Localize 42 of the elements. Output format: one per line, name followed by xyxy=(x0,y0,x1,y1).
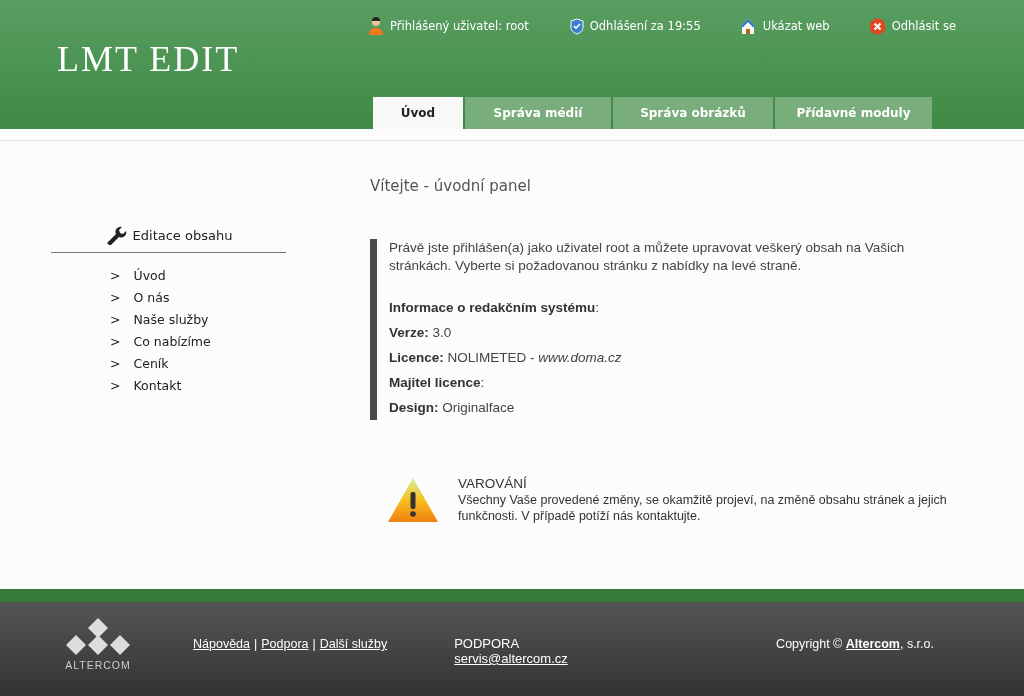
info-line: Licence: NOLIMETED - www.doma.cz xyxy=(389,349,623,367)
footer-link[interactable]: Podpora xyxy=(261,637,309,651)
nav-tab[interactable]: Úvod xyxy=(373,97,463,129)
footer-link[interactable]: Další služby xyxy=(319,637,388,651)
info-line: Majitel licence: xyxy=(389,374,486,392)
support-title: PODPORA xyxy=(454,636,521,651)
bullet-marker: > xyxy=(110,290,121,305)
status-text: Odhlášení za 19:55 xyxy=(589,19,701,33)
info-line: Verze: 3.0 xyxy=(389,324,453,342)
sidebar-link[interactable]: Naše služby xyxy=(133,312,209,327)
bullet-marker: > xyxy=(110,378,121,393)
copyright-text: Copyright © xyxy=(776,637,844,651)
company-link[interactable]: Altercom xyxy=(845,637,900,651)
sidebar-link[interactable]: Co nabízíme xyxy=(133,334,211,349)
bullet-marker: > xyxy=(110,312,121,327)
close-icon xyxy=(868,17,886,35)
warning-text: Všechny Vaše provedené změny, se okamžitě projeví, na změně obsahu stránek a jejich funkčnosti. V případě potíží nás kontaktujte. xyxy=(458,492,948,524)
sidebar-title: Editace obsahu xyxy=(132,227,233,243)
separator: | xyxy=(312,637,316,651)
logo-text: ALTERCOM xyxy=(65,659,131,671)
info-line: Informace o redakčním systému: xyxy=(389,299,601,317)
status-text: Přihlášený uživatel: root xyxy=(390,19,529,33)
user-icon xyxy=(368,17,384,35)
copyright-text: , s.r.o. xyxy=(899,637,934,651)
sidebar-link[interactable]: Kontakt xyxy=(133,378,182,393)
logo-text: LMT EDIT xyxy=(57,38,240,80)
home-icon xyxy=(738,17,757,35)
info-line: Design: Originalface xyxy=(389,399,516,417)
warning-icon xyxy=(386,476,440,524)
intro-text: Právě jste přihlášen(a) jako uživatel root a můžete upravovat veškerý obsah na Vašich stránkách. Vyberte si požadovanou stránku z nabídky na levé straně. xyxy=(389,239,906,275)
bullet-marker: > xyxy=(110,356,121,371)
sidebar-link[interactable]: Ceník xyxy=(133,356,169,371)
shield-icon xyxy=(569,17,584,35)
email-link[interactable]: servis@altercom.cz xyxy=(454,651,568,666)
separator: | xyxy=(254,637,258,651)
bullet-marker: > xyxy=(110,268,121,283)
page-title: Vítejte - úvodní panel xyxy=(370,177,532,195)
sidebar-link[interactable]: Úvod xyxy=(133,268,166,283)
warning-title: VAROVÁNÍ xyxy=(458,476,528,492)
footer-link[interactable]: Nápověda xyxy=(193,637,250,651)
bullet-marker: > xyxy=(110,334,121,349)
sidebar-link[interactable]: O nás xyxy=(133,290,170,305)
